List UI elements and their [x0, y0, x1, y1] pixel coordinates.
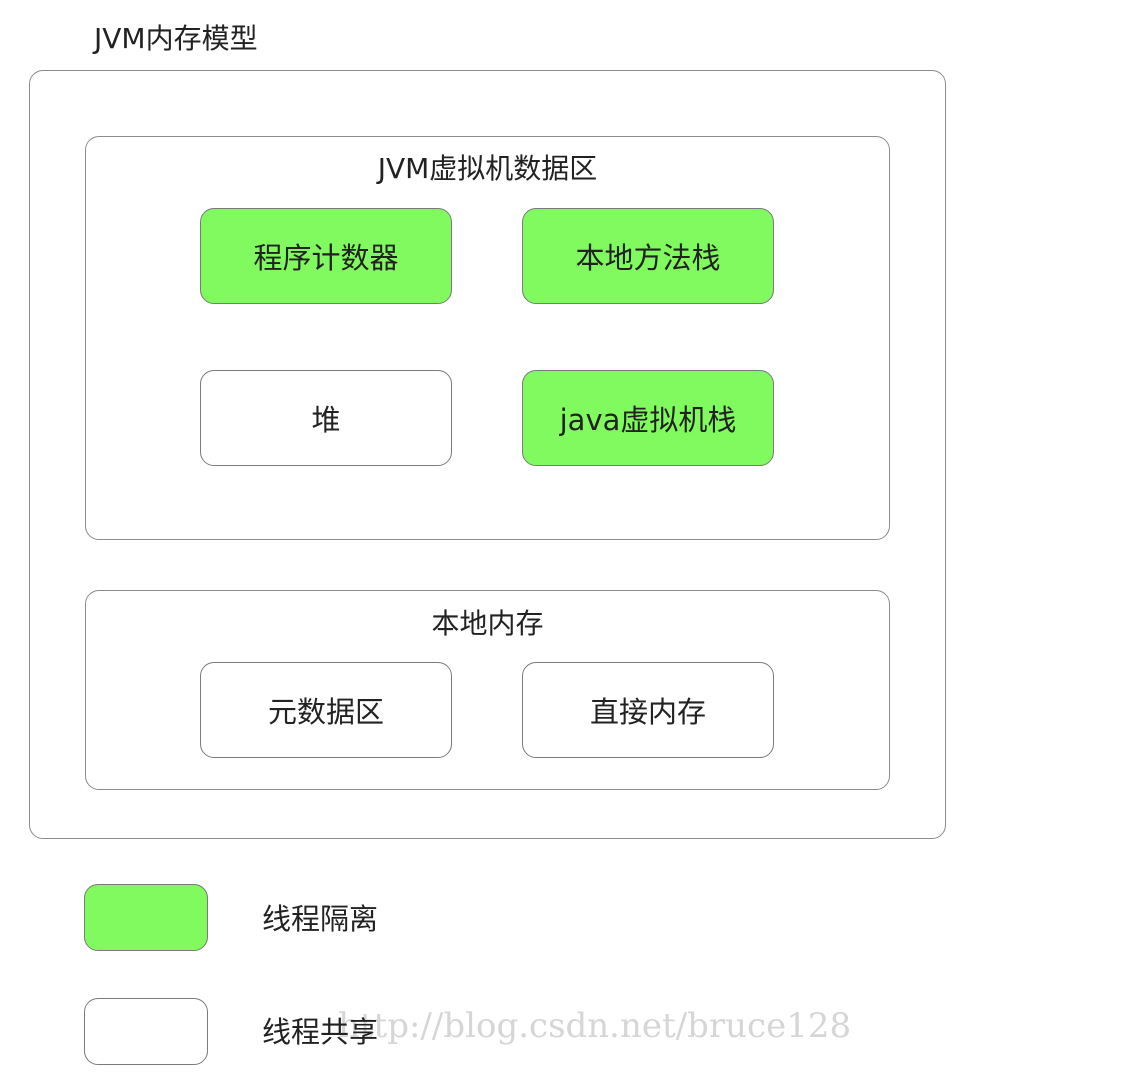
direct-memory-box: 直接内存: [522, 662, 774, 758]
legend-label-shared: 线程共享: [262, 1015, 379, 1049]
native-memory-label: 本地内存: [431, 607, 544, 640]
diagram-title: JVM内存模型: [94, 22, 258, 55]
native-method-stack-box: 本地方法栈: [522, 208, 774, 304]
program-counter-box: 程序计数器: [200, 208, 452, 304]
java-vm-stack-box: java虚拟机栈: [522, 370, 774, 466]
runtime-data-area-group: [85, 136, 890, 540]
heap-box: 堆: [200, 370, 452, 466]
legend-swatch-shared: [84, 998, 208, 1065]
legend-swatch-isolated: [84, 884, 208, 951]
watermark: http://blog.csdn.net/bruce128: [338, 1006, 852, 1046]
runtime-data-area-label: JVM虚拟机数据区: [377, 152, 598, 185]
metaspace-box: 元数据区: [200, 662, 452, 758]
legend-label-isolated: 线程隔离: [262, 902, 379, 936]
